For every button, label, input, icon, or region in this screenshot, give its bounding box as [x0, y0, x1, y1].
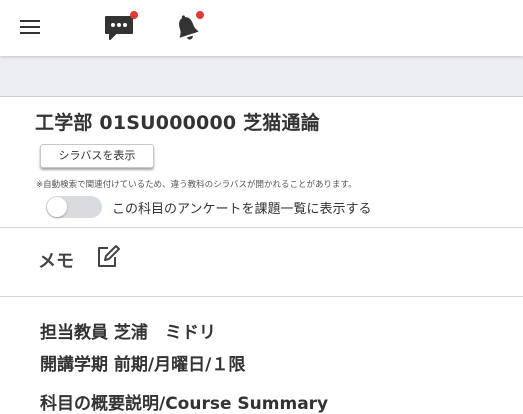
show-syllabus-button[interactable]: シラバスを表示 [40, 144, 154, 168]
notification-button[interactable] [172, 11, 206, 45]
divider [0, 227, 523, 228]
divider [0, 296, 523, 297]
memo-title: メモ [38, 251, 74, 272]
schedule-info: 開講学期 前期/月曜日/１限 [40, 355, 246, 375]
toggle-knob [47, 197, 67, 217]
course-summary-heading: 科目の概要説明/Course Summary [40, 394, 329, 414]
syllabus-note: ※自動検索で関連付けているため、違う教科のシラバスが開かれることがあります。 [36, 180, 357, 190]
course-title: 工学部 01SU000000 芝猫通論 [35, 112, 320, 134]
chat-button[interactable] [104, 11, 138, 44]
chat-bubble-icon [105, 16, 133, 40]
pencil-square-icon[interactable] [95, 244, 121, 274]
header-band [0, 56, 523, 97]
bell-notification-dot [196, 11, 204, 19]
top-app-bar [0, 0, 523, 56]
instructor-info: 担当教員 芝浦 ミドリ [40, 323, 216, 343]
survey-toggle-switch[interactable] [46, 196, 102, 218]
hamburger-icon[interactable] [20, 19, 40, 35]
chat-notification-dot [130, 11, 138, 19]
survey-toggle-label: この科目のアンケートを課題一覧に表示する [112, 202, 372, 217]
